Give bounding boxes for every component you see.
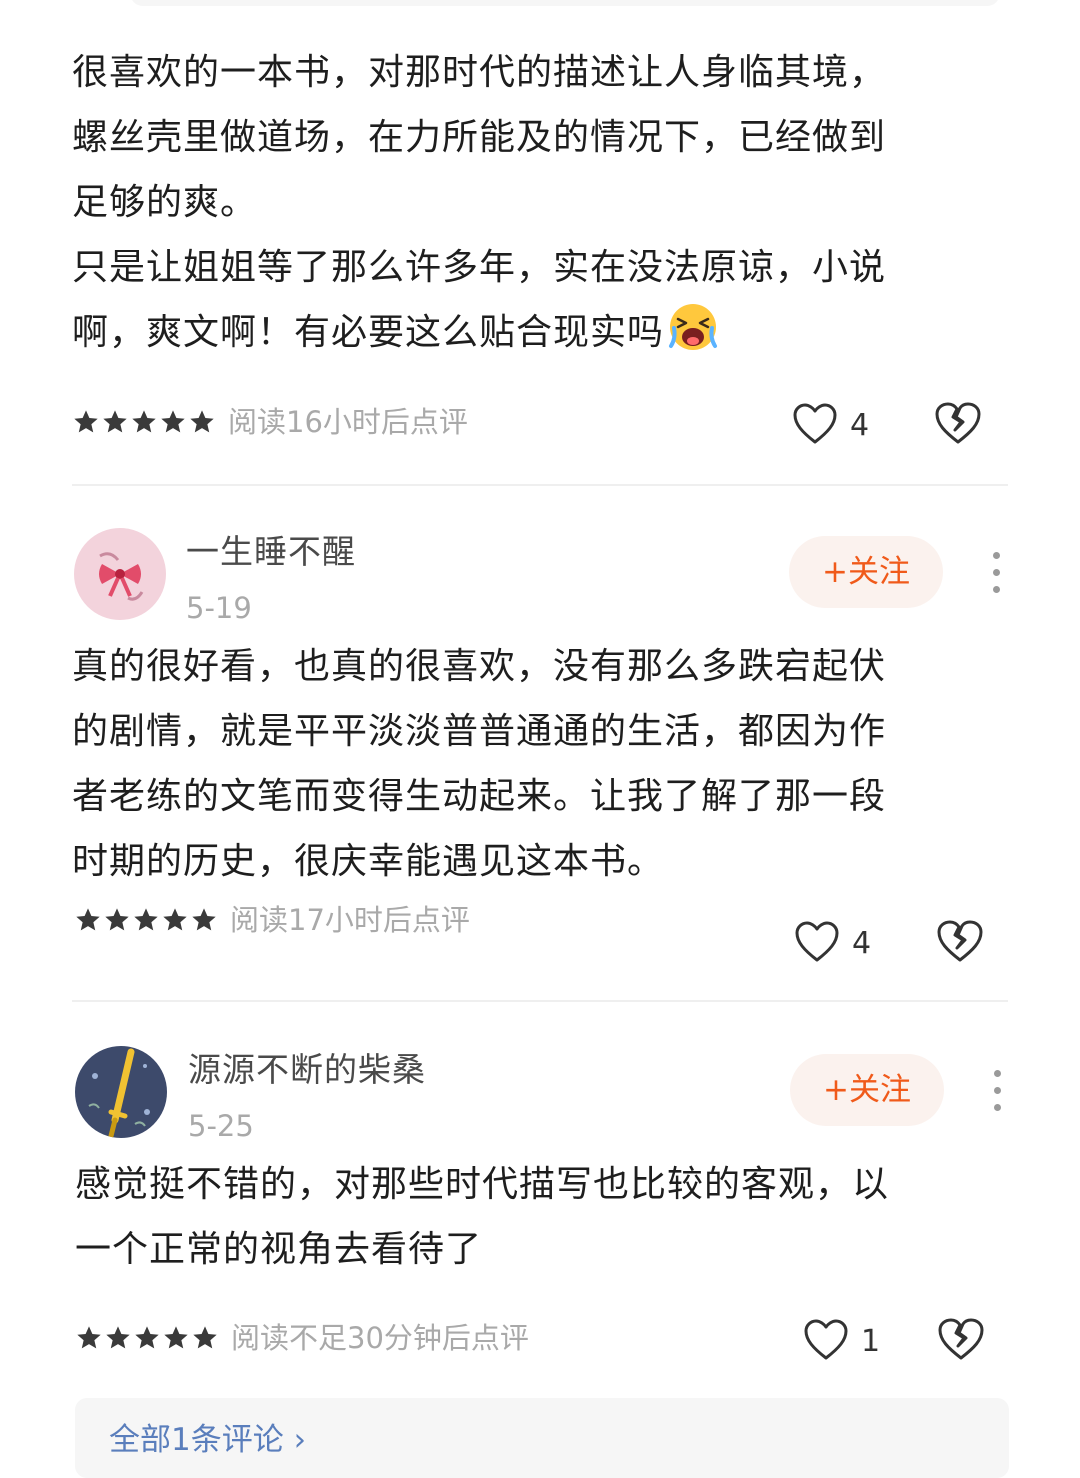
- like-count: 4: [850, 408, 870, 443]
- divider: [72, 1000, 1008, 1002]
- like-count: 1: [861, 1324, 881, 1359]
- username[interactable]: 源源不断的柴桑: [188, 1048, 426, 1092]
- review-date: 5-19: [186, 591, 252, 625]
- review-text: 很喜欢的一本书，对那时代的描述让人身临其境， 螺丝壳里做道场，在力所能及的情况下…: [72, 52, 887, 353]
- dislike-button[interactable]: [936, 918, 984, 966]
- divider: [72, 484, 1008, 486]
- star-icon: [105, 908, 129, 931]
- read-time: 阅读16小时后点评: [228, 405, 468, 439]
- broken-heart-icon: [935, 402, 981, 444]
- star-icon: [161, 410, 185, 433]
- review-2-meta: 阅读17小时后点评 4: [74, 898, 1010, 962]
- star-icon: [103, 410, 127, 433]
- review-3: 感觉挺不错的，对那些时代描写也比较的客观，以 一个正常的视角去看待了: [75, 1152, 1011, 1282]
- more-options-icon[interactable]: [987, 1066, 1007, 1116]
- star-icon: [190, 410, 214, 433]
- review-date: 5-25: [188, 1109, 254, 1143]
- like-button[interactable]: 4: [792, 402, 882, 452]
- more-options-icon[interactable]: [986, 548, 1006, 598]
- review-text: 真的很好看，也真的很喜欢，没有那么多跌宕起伏 的剧情，就是平平淡淡普普通通的生活…: [72, 646, 887, 882]
- star-icon: [193, 1326, 217, 1349]
- dislike-button[interactable]: [934, 400, 982, 448]
- read-time: 阅读17小时后点评: [230, 903, 470, 937]
- review-3-meta: 阅读不足30分钟后点评 1: [75, 1316, 1011, 1366]
- like-button[interactable]: 1: [803, 1318, 893, 1368]
- top-card-edge: [130, 0, 1000, 6]
- heart-icon: [795, 921, 839, 962]
- review-text: 感觉挺不错的，对那些时代描写也比较的客观，以 一个正常的视角去看待了: [75, 1164, 890, 1270]
- crying-face-emoji: [669, 304, 718, 350]
- star-icon: [134, 908, 158, 931]
- sword-night-avatar: [75, 1046, 167, 1138]
- star-icon: [163, 908, 187, 931]
- dislike-button[interactable]: [937, 1316, 985, 1364]
- star-icon: [192, 908, 216, 931]
- star-icon: [135, 1326, 159, 1349]
- heart-icon: [793, 403, 837, 444]
- star-icon: [164, 1326, 188, 1349]
- star-icon: [76, 908, 100, 931]
- broken-heart-icon: [937, 920, 983, 962]
- heart-icon: [804, 1319, 848, 1360]
- follow-button[interactable]: +关注: [790, 1054, 944, 1126]
- star-icon: [74, 410, 98, 433]
- follow-button[interactable]: +关注: [789, 536, 943, 608]
- pink-bow-avatar: [74, 528, 166, 620]
- review-1: 很喜欢的一本书，对那时代的描述让人身临其境， 螺丝壳里做道场，在力所能及的情况下…: [72, 40, 1008, 365]
- rating-stars: [72, 408, 216, 436]
- rating-stars: [74, 906, 218, 934]
- broken-heart-icon: [938, 1318, 984, 1360]
- avatar[interactable]: [74, 528, 166, 620]
- review-1-meta: 阅读16小时后点评 4: [72, 400, 1008, 450]
- star-icon: [132, 410, 156, 433]
- star-icon: [106, 1326, 130, 1349]
- star-icon: [77, 1326, 101, 1349]
- all-reviews-button[interactable]: 全部1条评论 ›: [75, 1398, 1009, 1478]
- avatar[interactable]: [75, 1046, 167, 1138]
- like-button[interactable]: 4: [794, 920, 884, 970]
- like-count: 4: [852, 926, 872, 961]
- rating-stars: [75, 1324, 219, 1352]
- read-time: 阅读不足30分钟后点评: [231, 1321, 529, 1355]
- username[interactable]: 一生睡不醒: [186, 530, 356, 574]
- all-reviews-label: 全部1条评论 ›: [109, 1422, 306, 1458]
- review-2: 真的很好看，也真的很喜欢，没有那么多跌宕起伏 的剧情，就是平平淡淡普普通通的生活…: [72, 634, 1008, 894]
